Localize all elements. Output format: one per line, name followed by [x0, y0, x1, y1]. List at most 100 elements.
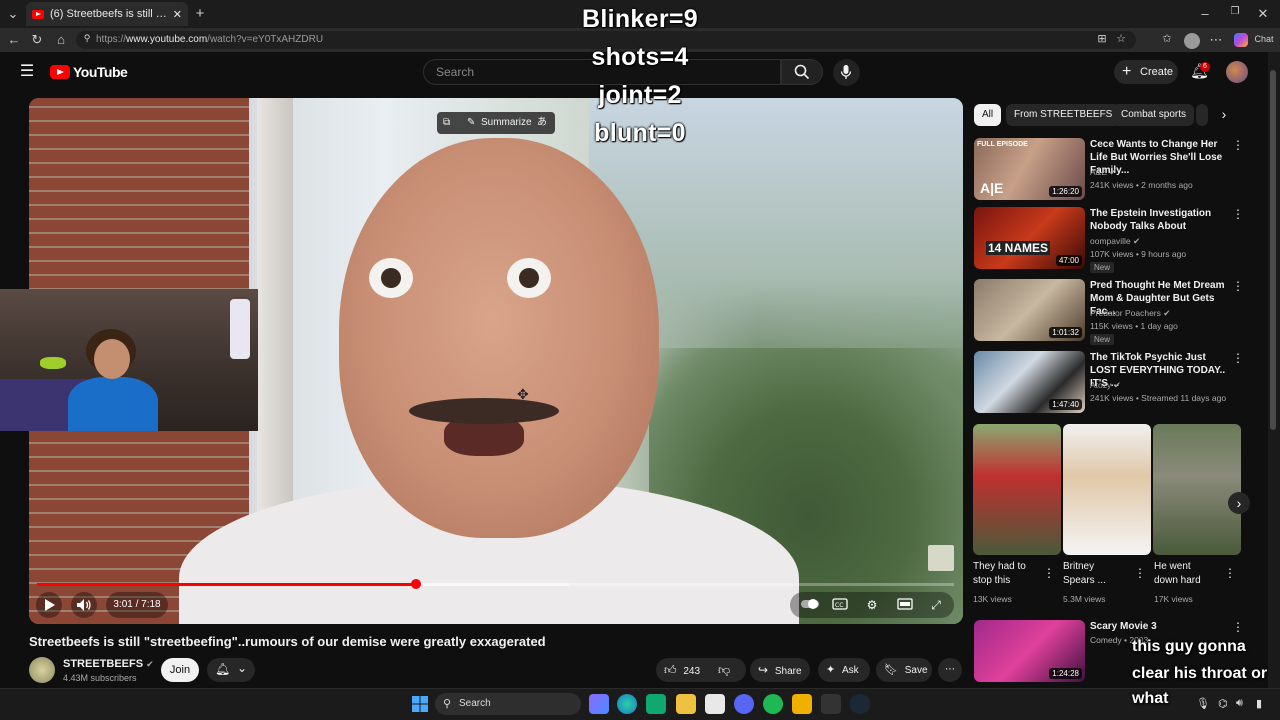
recommendation-item[interactable]: 14 NAMES 47:00 The Epstein Investigation…: [974, 207, 1246, 275]
volume-button[interactable]: [71, 592, 97, 618]
video-duration: 1:24:28: [1049, 668, 1082, 679]
obs-app-icon[interactable]: [821, 694, 841, 714]
verified-check-icon: ✔: [1109, 167, 1117, 177]
ask-button[interactable]: ✦ Ask: [818, 658, 870, 682]
short-thumbnail[interactable]: [1153, 424, 1241, 555]
video-duration: 1:47:40: [1049, 399, 1082, 410]
webcam-person-shirt: [68, 377, 158, 431]
autoplay-toggle-icon[interactable]: [800, 598, 819, 613]
recommendation-title[interactable]: Scary Movie 3: [1090, 620, 1230, 633]
dislike-button[interactable]: 👎︎: [718, 658, 730, 684]
recommendation-channel[interactable]: Predator Poachers ✔: [1090, 308, 1170, 319]
channel-watermark[interactable]: [928, 545, 954, 571]
more-actions-button[interactable]: ⋯: [938, 658, 962, 682]
short-title-line: stop this: [973, 575, 1011, 586]
scrubber-handle[interactable]: [410, 579, 421, 589]
taskbar-search-label: Search: [459, 698, 491, 709]
chip-overflow[interactable]: [1196, 104, 1208, 126]
more-vertical-icon[interactable]: ⋮: [1232, 138, 1244, 152]
file-explorer-icon[interactable]: [676, 694, 696, 714]
verified-check-icon: ✔: [1163, 308, 1171, 318]
short-thumbnail[interactable]: [1063, 424, 1151, 555]
search-icon: ⚲: [443, 698, 452, 710]
short-title[interactable]: He went down hard: [1154, 560, 1201, 588]
recommendation-thumbnail[interactable]: FULL EPISODE A|E 1:26:20: [974, 138, 1085, 200]
recommendation-meta: 115K views • 1 day ago: [1090, 321, 1178, 331]
short-views: 5.3M views: [1063, 594, 1106, 604]
recommendation-thumbnail[interactable]: 1:47:40: [974, 351, 1085, 413]
short-views: 13K views: [973, 594, 1012, 604]
chip-combat-sports[interactable]: Combat sports: [1113, 104, 1195, 126]
recommendation-item[interactable]: FULL EPISODE A|E 1:26:20 Cece Wants to C…: [974, 138, 1246, 202]
discord-icon[interactable]: [734, 694, 754, 714]
chip-all[interactable]: All: [974, 104, 1002, 126]
recommendation-item[interactable]: 1:01:32 Pred Thought He Met Dream Mom & …: [974, 279, 1246, 347]
steam-icon[interactable]: [850, 694, 870, 714]
shorts-next-icon[interactable]: ›: [1228, 492, 1250, 514]
battery-tray-icon[interactable]: ▮: [1256, 697, 1262, 710]
like-button[interactable]: 👍︎ 243: [664, 658, 714, 684]
join-button[interactable]: Join: [161, 658, 199, 682]
chevron-right-icon[interactable]: ›: [1217, 107, 1231, 121]
bookmark-icon: 🔖︎: [884, 664, 898, 676]
spotify-icon[interactable]: [763, 694, 783, 714]
video-title: Streetbeefs is still "streetbeefing"..ru…: [29, 634, 546, 649]
more-vertical-icon[interactable]: ⋮: [1232, 351, 1244, 365]
settings-gear-icon[interactable]: ⚙: [864, 598, 880, 612]
more-vertical-icon[interactable]: ⋮: [1134, 566, 1146, 580]
edge-browser-icon[interactable]: [617, 694, 637, 714]
recommendation-channel[interactable]: A&E ✔: [1090, 167, 1117, 178]
more-horizontal-icon: ⋯: [945, 664, 955, 675]
share-button[interactable]: ↪ Share: [750, 658, 810, 682]
more-vertical-icon[interactable]: ⋮: [1232, 279, 1244, 293]
microphone-tray-icon[interactable]: 🎙︎: [1196, 697, 1210, 710]
game-app-icon[interactable]: [589, 694, 609, 714]
more-vertical-icon[interactable]: ⋮: [1232, 207, 1244, 221]
rockstar-launcher-icon[interactable]: [792, 694, 812, 714]
video-duration: 1:01:32: [1049, 327, 1082, 338]
recommendation-thumbnail[interactable]: 1:01:32: [974, 279, 1085, 341]
more-vertical-icon[interactable]: ⋮: [1043, 566, 1055, 580]
fullscreen-icon[interactable]: ⤢: [928, 598, 944, 612]
short-title[interactable]: They had to stop this: [973, 560, 1026, 588]
recommendation-channel[interactable]: oompaville ✔: [1090, 236, 1140, 247]
progress-bar[interactable]: [37, 579, 954, 589]
recommendation-meta: 241K views • Streamed 11 days ago: [1090, 393, 1227, 403]
chip-from-channel[interactable]: From STREETBEEFS: [1006, 104, 1121, 126]
channel-avatar[interactable]: [29, 657, 55, 683]
save-label: Save: [904, 665, 928, 676]
app-green-icon[interactable]: [646, 694, 666, 714]
short-title-line: Britney: [1063, 561, 1095, 572]
webcam-person-face: [94, 339, 130, 379]
streamer-webcam-overlay: [0, 289, 258, 431]
recommendation-title[interactable]: The Epstein Investigation Nobody Talks A…: [1090, 207, 1230, 233]
channel-name[interactable]: STREETBEEFS ✔: [63, 658, 154, 670]
speaker-tray-icon[interactable]: 🔊︎: [1236, 697, 1243, 710]
network-tray-icon[interactable]: ⌬: [1218, 697, 1228, 710]
short-title[interactable]: Britney Spears ...: [1063, 560, 1106, 588]
save-button[interactable]: 🔖︎ Save: [876, 658, 932, 682]
thumbs-up-icon: 👍︎: [664, 663, 677, 677]
short-thumbnail[interactable]: [973, 424, 1061, 555]
video-frame-face: [339, 138, 659, 538]
play-button[interactable]: [36, 592, 62, 618]
theater-mode-icon[interactable]: [897, 598, 913, 613]
scrollbar-thumb[interactable]: [1270, 70, 1276, 430]
recommendation-thumbnail[interactable]: 14 NAMES 47:00: [974, 207, 1085, 269]
recommendation-thumbnail[interactable]: 1:24:28: [974, 620, 1085, 682]
recommendation-channel[interactable]: Atozy ✔: [1090, 380, 1121, 391]
more-vertical-icon[interactable]: ⋮: [1224, 566, 1236, 580]
blinker-counter: Blinker=9: [582, 5, 698, 33]
short-title-line: They had to: [973, 561, 1026, 572]
site-info-icon[interactable]: ⚲: [82, 34, 92, 43]
captions-icon[interactable]: CC: [832, 598, 848, 613]
subscription-bell-button[interactable]: 🔔︎ ⌄: [207, 658, 255, 682]
recommendation-item[interactable]: 1:47:40 The TikTok Psychic Just LOST EVE…: [974, 351, 1246, 413]
subscriber-count: 4.43M subscribers: [63, 673, 137, 683]
taskbar-search-box[interactable]: ⚲ Search: [435, 693, 581, 715]
windows-start-icon[interactable]: [410, 694, 430, 714]
store-icon[interactable]: [705, 694, 725, 714]
more-vertical-icon[interactable]: ⋮: [1232, 620, 1244, 634]
webcam-lamp: [230, 299, 250, 359]
video-frame-eye-left: [369, 258, 413, 298]
